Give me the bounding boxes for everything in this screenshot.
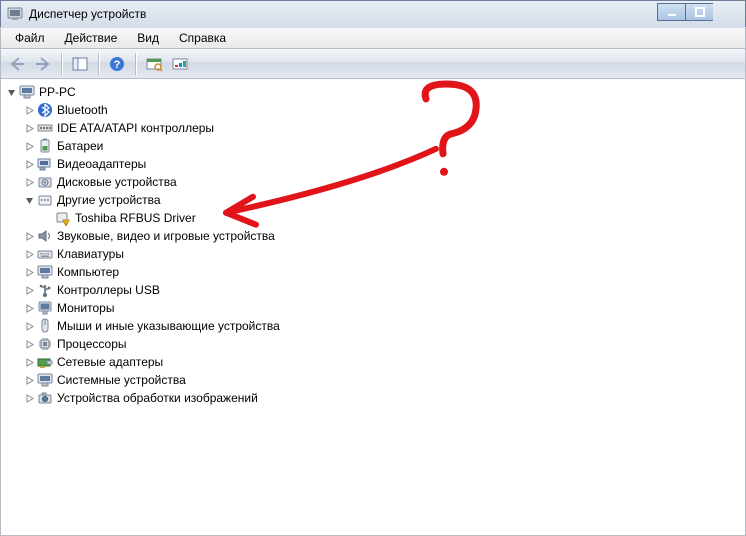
expand-icon[interactable] <box>23 106 35 115</box>
expand-icon[interactable] <box>23 124 35 133</box>
tree-item-disk[interactable]: Дисковые устройства <box>23 173 745 191</box>
toolbar-separator <box>135 53 136 75</box>
app-icon <box>7 6 23 22</box>
monitor-icon <box>37 300 53 316</box>
expand-icon[interactable] <box>23 340 35 349</box>
collapse-icon[interactable] <box>23 196 35 205</box>
keyboard-icon <box>37 246 53 262</box>
tree-item-label: Другие устройства <box>57 193 161 207</box>
battery-icon <box>37 138 53 154</box>
device-tree-pane: PP-PC Bluetooth IDE ATA/ATAPI контроллер… <box>0 79 746 536</box>
menu-help[interactable]: Справка <box>169 29 236 47</box>
menu-bar: Файл Действие Вид Справка <box>0 27 746 49</box>
tree-item-label: Toshiba RFBUS Driver <box>75 211 196 225</box>
expand-icon[interactable] <box>23 142 35 151</box>
collapse-icon[interactable] <box>5 88 17 97</box>
tree-item-label: IDE ATA/ATAPI контроллеры <box>57 121 214 135</box>
expand-icon[interactable] <box>23 250 35 259</box>
tree-item-imaging[interactable]: Устройства обработки изображений <box>23 389 745 407</box>
tree-root-row[interactable]: PP-PC <box>5 83 745 101</box>
bluetooth-icon <box>37 102 53 118</box>
expand-icon[interactable] <box>23 268 35 277</box>
tree-item-computer[interactable]: Компьютер <box>23 263 745 281</box>
tree-item-label: Bluetooth <box>57 103 108 117</box>
tree-item-label: Мыши и иные указывающие устройства <box>57 319 280 333</box>
window-buttons <box>657 3 741 21</box>
forward-button[interactable] <box>31 52 55 76</box>
properties-button[interactable] <box>168 52 192 76</box>
expand-icon[interactable] <box>23 394 35 403</box>
tree-item-label: Мониторы <box>57 301 114 315</box>
titlebar: Диспетчер устройств <box>0 0 746 27</box>
unknown-device-warning-icon: ! <box>55 210 71 226</box>
tree-item-label: Контроллеры USB <box>57 283 160 297</box>
imaging-device-icon <box>37 390 53 406</box>
tree-item-keyboards[interactable]: Клавиатуры <box>23 245 745 263</box>
tree-item-ide[interactable]: IDE ATA/ATAPI контроллеры <box>23 119 745 137</box>
tree-item-batteries[interactable]: Батареи <box>23 137 745 155</box>
expand-icon[interactable] <box>23 322 35 331</box>
tree-root-label: PP-PC <box>39 85 76 99</box>
processor-icon <box>37 336 53 352</box>
expand-icon[interactable] <box>23 304 35 313</box>
window-title: Диспетчер устройств <box>29 7 146 21</box>
tree-item-label: Компьютер <box>57 265 119 279</box>
expand-icon[interactable] <box>23 160 35 169</box>
svg-text:?: ? <box>114 59 121 71</box>
expand-icon[interactable] <box>23 286 35 295</box>
tree-item-label: Устройства обработки изображений <box>57 391 258 405</box>
tree-item-toshiba-rfbus[interactable]: ! Toshiba RFBUS Driver <box>41 209 745 227</box>
tree-item-label: Сетевые адаптеры <box>57 355 163 369</box>
toolbar-separator <box>98 53 99 75</box>
mouse-icon <box>37 318 53 334</box>
other-devices-icon <box>37 192 53 208</box>
toolbar: ? <box>0 49 746 79</box>
tree-item-label: Клавиатуры <box>57 247 124 261</box>
tree-item-system[interactable]: Системные устройства <box>23 371 745 389</box>
expand-icon[interactable] <box>23 232 35 241</box>
tree-item-other-devices[interactable]: Другие устройства <box>23 191 745 209</box>
usb-icon <box>37 282 53 298</box>
display-adapter-icon <box>37 156 53 172</box>
maximize-button[interactable] <box>685 3 713 21</box>
tree-item-label: Системные устройства <box>57 373 186 387</box>
tree-item-video[interactable]: Видеоадаптеры <box>23 155 745 173</box>
tree-item-monitors[interactable]: Мониторы <box>23 299 745 317</box>
tree-item-bluetooth[interactable]: Bluetooth <box>23 101 745 119</box>
tree-item-sound[interactable]: Звуковые, видео и игровые устройства <box>23 227 745 245</box>
back-button[interactable] <box>5 52 29 76</box>
show-hide-tree-button[interactable] <box>68 52 92 76</box>
tree-item-label: Батареи <box>57 139 103 153</box>
tree-item-processors[interactable]: Процессоры <box>23 335 745 353</box>
computer-icon <box>37 264 53 280</box>
tree-item-network[interactable]: Сетевые адаптеры <box>23 353 745 371</box>
tree-item-label: Процессоры <box>57 337 127 351</box>
network-adapter-icon <box>37 354 53 370</box>
expand-icon[interactable] <box>23 358 35 367</box>
system-device-icon <box>37 372 53 388</box>
ide-controller-icon <box>37 120 53 136</box>
device-tree[interactable]: PP-PC Bluetooth IDE ATA/ATAPI контроллер… <box>5 83 745 407</box>
scan-hardware-button[interactable] <box>142 52 166 76</box>
menu-view[interactable]: Вид <box>127 29 169 47</box>
sound-icon <box>37 228 53 244</box>
tree-item-usb[interactable]: Контроллеры USB <box>23 281 745 299</box>
help-button[interactable]: ? <box>105 52 129 76</box>
disk-drive-icon <box>37 174 53 190</box>
minimize-button[interactable] <box>657 3 685 21</box>
computer-icon <box>19 84 35 100</box>
expand-icon[interactable] <box>23 376 35 385</box>
tree-item-label: Звуковые, видео и игровые устройства <box>57 229 275 243</box>
menu-action[interactable]: Действие <box>55 29 128 47</box>
tree-item-label: Дисковые устройства <box>57 175 177 189</box>
tree-item-label: Видеоадаптеры <box>57 157 146 171</box>
tree-item-mice[interactable]: Мыши и иные указывающие устройства <box>23 317 745 335</box>
expand-icon[interactable] <box>23 178 35 187</box>
toolbar-separator <box>61 53 62 75</box>
menu-file[interactable]: Файл <box>5 29 55 47</box>
